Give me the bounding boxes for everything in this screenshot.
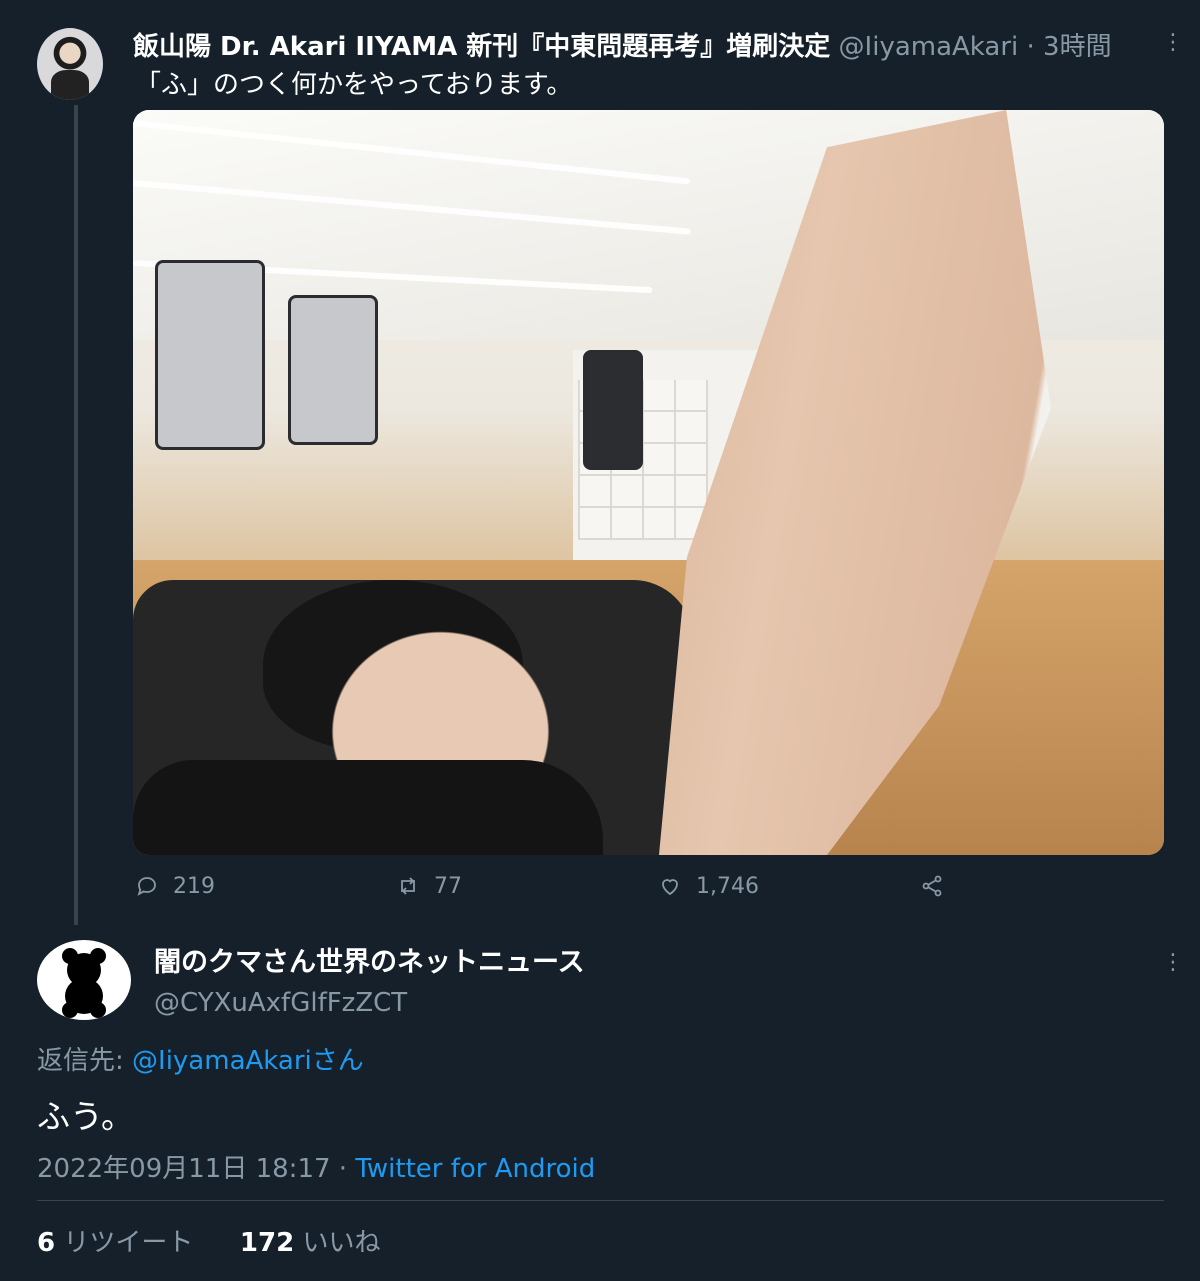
divider [37,1200,1164,1201]
tweet-source[interactable]: Twitter for Android [355,1154,595,1184]
retweets-label: リツイート [63,1228,194,1258]
tweet-stats: 6 リツイート 172 いいね [37,1222,380,1259]
retweets-stat[interactable]: 6 リツイート [37,1228,193,1258]
reply-icon [137,877,156,896]
tweet-text: 「ふ」のつく何かをやっております。 [135,70,573,100]
tweet-photo[interactable] [133,110,1164,855]
display-name[interactable]: 飯山陽 Dr. Akari IIYAMA 新刊『中東問題再考』増刷決定 [133,32,830,62]
timestamp[interactable]: 3時間 [1043,32,1112,62]
like-icon [662,879,678,896]
tweet-meta: 2022年09月11日 18:17 · Twitter for Android [37,1148,595,1185]
reply-text: ふう。 [37,1097,135,1136]
avatar[interactable] [37,28,103,100]
handle[interactable]: @IiyamaAkari [839,32,1019,62]
likes-stat[interactable]: 172 いいね [240,1228,381,1258]
more-icon[interactable]: ⋮ [1162,30,1184,55]
reply-to-label: 返信先: [37,1046,124,1076]
retweet-icon [401,877,415,895]
likes-count: 172 [239,1228,295,1258]
photo-gym-machine [583,350,643,470]
photo-gym-machine [288,295,378,445]
reply-to-user[interactable]: @IiyamaAkariさん [132,1046,364,1076]
handle[interactable]: @CYXuAxfGlfFzZCT [154,988,407,1018]
separator: · [1026,32,1035,62]
retweet-count: 77 [434,873,462,899]
bear-icon [62,948,106,1018]
share-icon [922,875,942,897]
display-name[interactable]: 闇のクマさん世界のネットニュース [154,940,585,979]
separator: · [338,1154,348,1184]
reply-count: 219 [173,873,215,899]
photo-shirt [133,760,603,855]
retweets-count: 6 [37,1228,56,1258]
likes-label: いいね [302,1228,381,1258]
retweet-action[interactable]: 77 [396,872,462,900]
more-icon[interactable]: ⋮ [1162,950,1184,975]
like-count: 1,746 [696,873,759,899]
share-action[interactable] [920,872,958,900]
tweet-date[interactable]: 2022年09月11日 18:17 [37,1154,331,1184]
reply-to-line: 返信先: @IiyamaAkariさん [37,1040,364,1077]
thread-connector-line [74,105,78,925]
tweet-header: 飯山陽 Dr. Akari IIYAMA 新刊『中東問題再考』増刷決定 @Iiy… [133,26,1112,63]
avatar[interactable] [37,940,131,1020]
reply-action[interactable]: 219 [135,872,215,900]
photo-gym-machine [155,260,265,450]
like-action[interactable]: 1,746 [658,872,759,900]
